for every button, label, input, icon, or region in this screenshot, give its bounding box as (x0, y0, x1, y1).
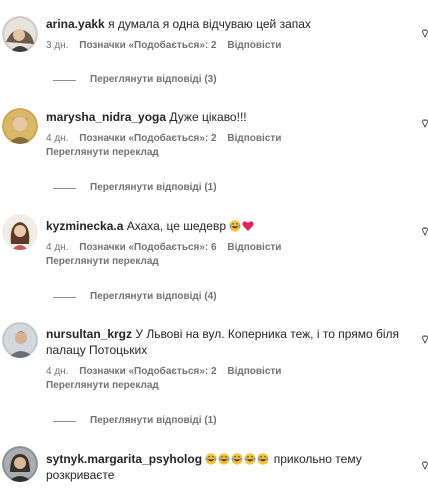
comment-username[interactable]: sytnyk.margarita_psyholog (46, 452, 202, 466)
view-replies-button[interactable]: Переглянути відповіді (1) (53, 181, 217, 195)
tears-of-joy-emoji-icon (231, 453, 244, 465)
comment-username[interactable]: kyzminecka.a (46, 219, 123, 233)
view-replies-label: Переглянути відповіді (1) (90, 415, 217, 426)
avatar[interactable] (2, 446, 38, 482)
comment-likes[interactable]: Позначки «Подобається»: 6 (79, 242, 216, 253)
comment-meta: 4 дн. Позначки «Подобається»: 2 Відповіс… (46, 132, 406, 146)
comment-text: Дуже цікаво!!! (169, 110, 247, 124)
tears-of-joy-emoji-icon (244, 453, 257, 465)
view-replies-label: Переглянути відповіді (1) (90, 182, 217, 193)
avatar[interactable] (2, 16, 38, 52)
reply-button[interactable]: Відповісти (227, 40, 281, 51)
comment-body: marysha_nidra_yoga Дуже цікаво!!! 4 дн. … (46, 109, 406, 160)
comment-username[interactable]: marysha_nidra_yoga (46, 110, 166, 124)
comment-meta: 4 дн. Позначки «Подобається»: 2 Відповіс… (46, 365, 406, 379)
comment-body: kyzminecka.a Ахаха, це шедевр 4 дн. Позн… (46, 218, 406, 269)
heart-outline-icon[interactable] (422, 118, 428, 128)
tears-of-joy-emoji-icon (229, 220, 241, 232)
comment-time[interactable]: 4 дн. (46, 133, 68, 144)
avatar[interactable] (2, 322, 38, 358)
see-translation-button[interactable]: Переглянути переклад (46, 146, 406, 160)
comment-meta: 4 дн. Позначки «Подобається»: 6 Відповіс… (46, 241, 406, 255)
comment-likes[interactable]: Позначки «Подобається»: 2 (79, 133, 216, 144)
heart-outline-icon[interactable] (422, 28, 428, 38)
comment-body: sytnyk.margarita_psyholog прикольно тему… (46, 451, 406, 483)
view-replies-button[interactable]: Переглянути відповіді (4) (53, 290, 217, 304)
heart-outline-icon[interactable] (422, 226, 428, 236)
replies-divider (53, 187, 76, 189)
replies-divider (53, 420, 76, 422)
comment-meta: 3 дн. Позначки «Подобається»: 2 Відповіс… (46, 39, 406, 53)
view-replies-label: Переглянути відповіді (4) (90, 291, 217, 302)
view-replies-label: Переглянути відповіді (3) (90, 74, 217, 85)
tears-of-joy-emoji-icon (205, 453, 218, 465)
view-replies-button[interactable]: Переглянути відповіді (1) (53, 414, 217, 428)
red-heart-emoji-icon (242, 221, 254, 231)
comment-time[interactable]: 4 дн. (46, 242, 68, 253)
tears-of-joy-emoji-icon (218, 453, 231, 465)
replies-divider (53, 296, 76, 298)
comment-likes[interactable]: Позначки «Подобається»: 2 (79, 366, 216, 377)
reply-button[interactable]: Відповісти (227, 366, 281, 377)
comment-time[interactable]: 4 дн. (46, 366, 68, 377)
comment-username[interactable]: nursultan_krgz (46, 327, 132, 341)
comment-text: я думала я одна відчуваю цей запах (108, 17, 311, 31)
heart-outline-icon[interactable] (422, 460, 428, 470)
avatar[interactable] (2, 108, 38, 144)
reply-button[interactable]: Відповісти (227, 242, 281, 253)
comment-likes[interactable]: Позначки «Подобається»: 2 (79, 40, 216, 51)
comment-username[interactable]: arina.yakk (46, 17, 105, 31)
view-replies-button[interactable]: Переглянути відповіді (3) (53, 73, 217, 87)
comment-body: nursultan_krgz У Львові на вул. Коперник… (46, 326, 406, 393)
comment-body: arina.yakk я думала я одна відчуваю цей … (46, 16, 406, 53)
see-translation-button[interactable]: Переглянути переклад (46, 379, 406, 393)
tears-of-joy-emoji-icon (257, 453, 270, 465)
see-translation-button[interactable]: Переглянути переклад (46, 255, 406, 269)
replies-divider (53, 79, 76, 81)
reply-button[interactable]: Відповісти (227, 133, 281, 144)
heart-outline-icon[interactable] (422, 334, 428, 344)
comment-text: Ахаха, це шедевр (126, 219, 226, 233)
avatar[interactable] (2, 214, 38, 250)
comment-time[interactable]: 3 дн. (46, 40, 68, 51)
